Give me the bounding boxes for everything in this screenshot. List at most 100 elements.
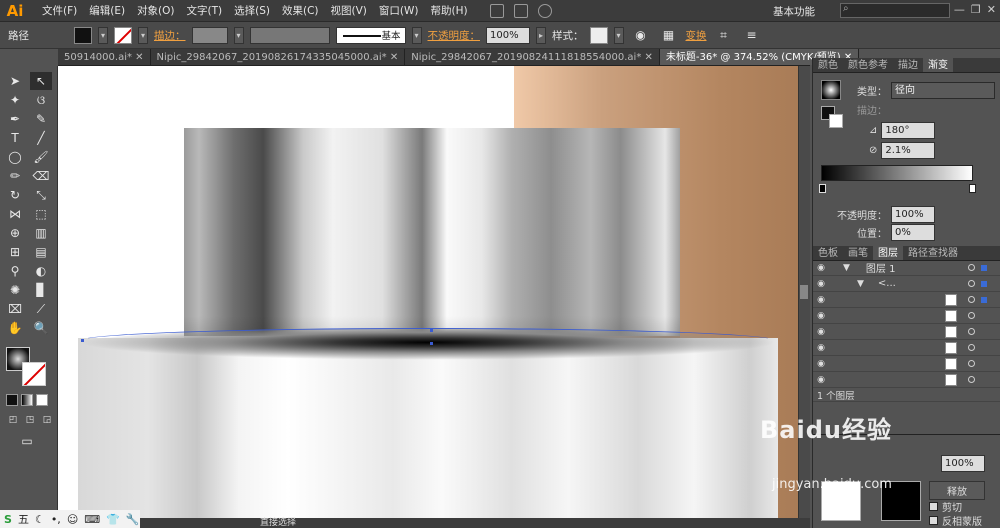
brush-definition[interactable]: 基本 (335, 26, 406, 44)
bridge-icon[interactable] (489, 3, 504, 18)
stop-position-field[interactable]: 0% (891, 224, 935, 241)
search-input[interactable]: ⌕ (840, 3, 950, 18)
style-dropdown[interactable]: ▾ (613, 26, 624, 44)
stroke-label[interactable]: 描边： (154, 28, 186, 43)
artboard-canvas[interactable] (58, 66, 810, 518)
target-circle-icon[interactable] (968, 360, 975, 367)
draw-inside-icon[interactable]: ◲ (40, 414, 54, 426)
visibility-eye-icon[interactable]: ◉ (813, 311, 829, 321)
tab-swatches[interactable]: 色板 (813, 246, 843, 260)
isolate-icon[interactable]: ⌗ (713, 26, 735, 44)
sublayer-name[interactable]: <... (878, 278, 896, 289)
curvature-tool-icon[interactable]: ✎ (30, 110, 52, 128)
moon-icon[interactable]: ☾ (35, 513, 45, 526)
stroke-weight-field[interactable] (191, 26, 228, 44)
selection-indicator[interactable] (981, 296, 987, 303)
stroke-dropdown[interactable]: ▾ (138, 26, 148, 44)
gradient-slider[interactable] (821, 165, 973, 181)
transform-label[interactable]: 变换 (686, 28, 707, 43)
shape-builder-tool-icon[interactable]: ⊕ (4, 224, 26, 242)
wrench-icon[interactable]: 🔧 (126, 513, 140, 526)
target-circle-icon[interactable] (968, 264, 975, 271)
scrollbar-thumb[interactable] (800, 285, 808, 299)
upper-metal-cylinder[interactable] (184, 128, 680, 336)
hand-tool-icon[interactable]: ✋ (4, 319, 26, 337)
gradient-tool-icon[interactable]: ▤ (30, 243, 52, 261)
visibility-eye-icon[interactable]: ◉ (813, 375, 829, 385)
layer-row[interactable]: ◉ (813, 292, 1000, 308)
menu-window[interactable]: 窗口(W) (373, 0, 425, 22)
emoji-icon[interactable]: ☺ (67, 513, 78, 526)
tab-gradient[interactable]: 渐变 (923, 58, 953, 72)
free-transform-tool-icon[interactable]: ⬚ (30, 205, 52, 223)
layer-row[interactable]: ◉ ▼ <... (813, 276, 1000, 292)
type-tool-icon[interactable]: T (4, 129, 26, 147)
gpu-icon[interactable] (537, 3, 552, 18)
layer-row[interactable]: ◉ (813, 340, 1000, 356)
menu-edit[interactable]: 编辑(E) (83, 0, 131, 22)
layer-row[interactable]: ◉ (813, 356, 1000, 372)
gradient-preview-swatch[interactable] (821, 80, 841, 100)
visibility-eye-icon[interactable]: ◉ (813, 295, 829, 305)
visibility-eye-icon[interactable]: ◉ (813, 343, 829, 353)
selection-indicator[interactable] (981, 264, 987, 271)
anchor-point[interactable] (430, 342, 433, 345)
layer-row[interactable]: ◉ (813, 308, 1000, 324)
lasso-tool-icon[interactable]: ଓ (30, 91, 52, 109)
gradient-mode-icon[interactable] (21, 394, 33, 406)
target-circle-icon[interactable] (968, 312, 975, 319)
color-mode-icon[interactable] (6, 394, 18, 406)
magic-wand-tool-icon[interactable]: ✦ (4, 91, 26, 109)
anchor-point[interactable] (81, 339, 84, 342)
pen-tool-icon[interactable]: ✒ (4, 110, 26, 128)
gradient-stop-right[interactable] (969, 184, 976, 193)
target-circle-icon[interactable] (968, 344, 975, 351)
perspective-grid-tool-icon[interactable]: ▥ (30, 224, 52, 242)
tab-stroke[interactable]: 描边 (893, 58, 923, 72)
menu-help[interactable]: 帮助(H) (425, 0, 474, 22)
mesh-tool-icon[interactable]: ⊞ (4, 243, 26, 261)
draw-normal-icon[interactable]: ◰ (6, 414, 20, 426)
opacity-field[interactable]: 100% (486, 26, 530, 44)
ellipse-tool-icon[interactable]: ◯ (4, 148, 26, 166)
rotate-tool-icon[interactable]: ↻ (4, 186, 26, 204)
menu-type[interactable]: 文字(T) (181, 0, 229, 22)
column-graph-tool-icon[interactable]: ▊ (30, 281, 52, 299)
align-icon[interactable]: ▦ (658, 26, 680, 44)
brush-dropdown[interactable]: ▾ (411, 26, 422, 44)
skin-icon[interactable]: 👕 (106, 513, 120, 526)
draw-behind-icon[interactable]: ◳ (23, 414, 37, 426)
keyboard-icon[interactable]: ⌨ (84, 513, 100, 526)
target-circle-icon[interactable] (968, 296, 975, 303)
clip-checkbox[interactable] (929, 502, 938, 511)
tab-document-1[interactable]: 50914000.ai* ✕ (58, 49, 151, 65)
target-circle-icon[interactable] (968, 280, 975, 287)
fill-swatch[interactable] (74, 26, 92, 44)
menu-object[interactable]: 对象(O) (131, 0, 180, 22)
gradient-stroke-proxy[interactable] (829, 114, 843, 128)
scale-tool-icon[interactable]: ⤡ (30, 186, 52, 204)
none-mode-icon[interactable] (36, 394, 48, 406)
maximize-button[interactable]: ❐ (971, 3, 981, 16)
transparency-opacity-field[interactable]: 100% (941, 455, 985, 472)
artboard-tool-icon[interactable]: ⌧ (4, 300, 26, 318)
angle-field[interactable]: 180° (881, 122, 936, 139)
workspace-switcher[interactable]: 基本功能 (773, 4, 815, 19)
ime-mode-label[interactable]: 五 (18, 511, 29, 527)
tab-layers[interactable]: 图层 (873, 246, 903, 260)
tab-brushes[interactable]: 画笔 (843, 246, 873, 260)
tab-pathfinder[interactable]: 路径查找器 (903, 246, 963, 260)
menu-file[interactable]: 文件(F) (36, 0, 83, 22)
selection-indicator[interactable] (981, 280, 987, 287)
visibility-eye-icon[interactable]: ◉ (813, 263, 829, 273)
punctuation-icon[interactable]: •, (51, 513, 61, 526)
minimize-button[interactable]: — (954, 3, 965, 16)
opacity-dropdown[interactable]: ▸ (536, 26, 546, 44)
selection-tool-icon[interactable]: ➤ (4, 72, 26, 90)
screen-mode-icon[interactable]: ▭ (16, 432, 38, 450)
gradient-type-select[interactable]: 径向 (891, 82, 995, 99)
slice-tool-icon[interactable]: ⟋ (30, 300, 52, 318)
menu-effect[interactable]: 效果(C) (276, 0, 325, 22)
pencil-tool-icon[interactable]: ✏ (4, 167, 26, 185)
tab-document-2[interactable]: Nipic_29842067_20190826174335045000.ai* … (151, 49, 406, 65)
